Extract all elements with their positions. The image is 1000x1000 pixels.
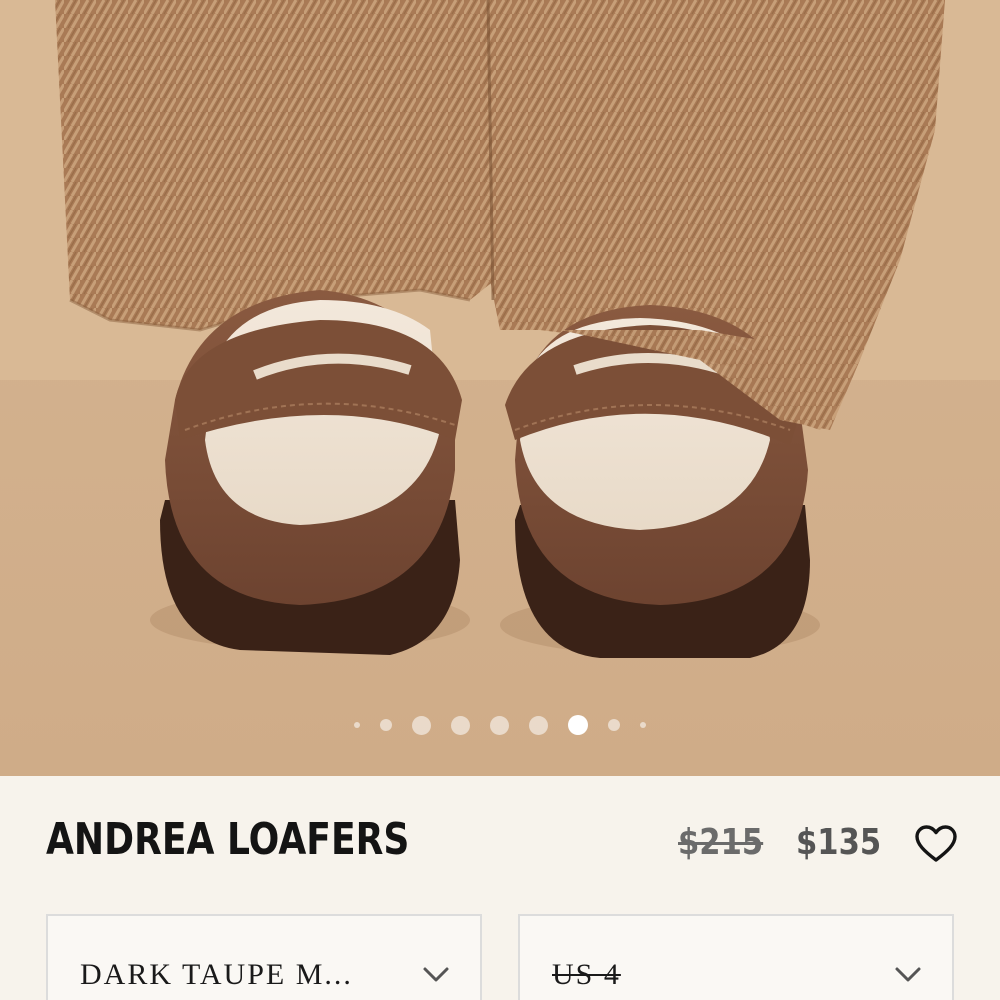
heart-icon[interactable] xyxy=(914,824,958,864)
carousel-dot[interactable] xyxy=(490,715,509,735)
size-select[interactable]: US 4 xyxy=(518,914,954,1000)
sale-price: $135 xyxy=(796,822,882,863)
color-select-value: DARK TAUPE M... xyxy=(80,958,353,991)
size-select-value: US 4 xyxy=(552,958,621,991)
product-photo xyxy=(0,0,1000,776)
chevron-down-icon xyxy=(895,967,921,982)
color-select[interactable]: DARK TAUPE M... xyxy=(46,914,482,1000)
product-image-carousel[interactable] xyxy=(0,0,1000,776)
carousel-dot[interactable] xyxy=(412,715,431,735)
chevron-down-icon xyxy=(423,967,449,982)
product-title: ANDREA LOAFERS xyxy=(46,814,410,865)
carousel-dot[interactable] xyxy=(451,715,470,735)
carousel-dot[interactable] xyxy=(380,719,392,731)
product-page: ANDREA LOAFERS $215 $135 DARK TAUPE M...… xyxy=(0,0,1000,1000)
product-info: ANDREA LOAFERS $215 $135 DARK TAUPE M...… xyxy=(0,776,1000,1000)
carousel-dot[interactable] xyxy=(608,719,620,731)
original-price: $215 xyxy=(678,822,764,863)
carousel-dot[interactable] xyxy=(529,715,548,735)
carousel-dot[interactable] xyxy=(354,722,360,728)
carousel-dot[interactable] xyxy=(640,722,646,728)
carousel-indicator xyxy=(0,713,1000,737)
carousel-dot-active[interactable] xyxy=(568,715,588,735)
